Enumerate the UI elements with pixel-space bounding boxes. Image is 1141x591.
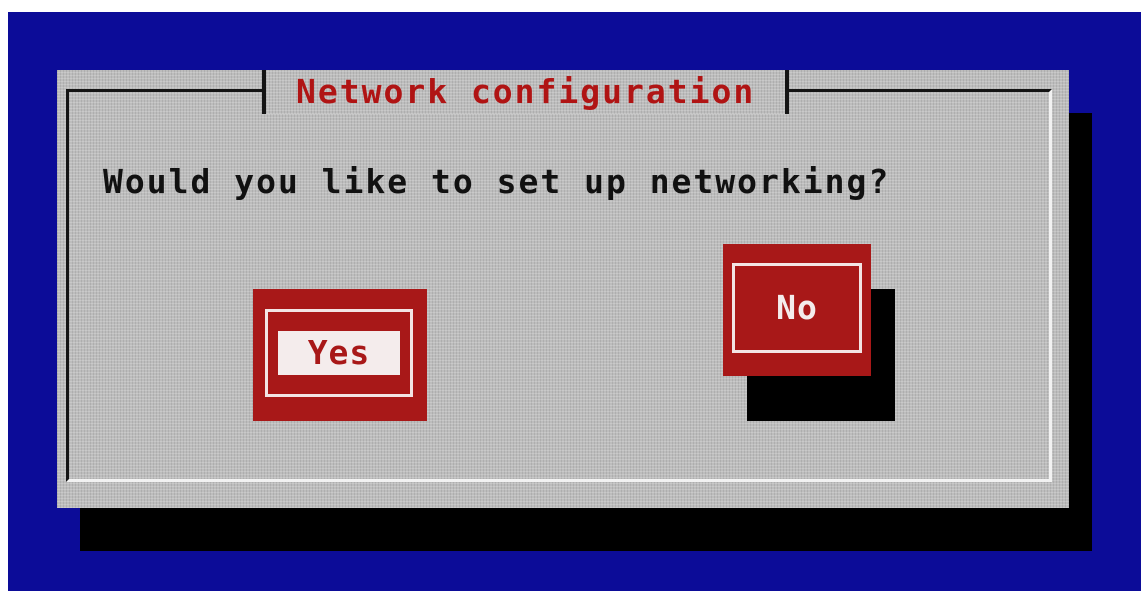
yes-button-label: Yes xyxy=(278,331,400,375)
no-button[interactable]: No xyxy=(723,244,871,376)
network-configuration-dialog: Network configuration Would you like to … xyxy=(57,70,1069,508)
yes-button[interactable]: Yes xyxy=(253,289,427,421)
no-button-label: No xyxy=(776,288,818,327)
dialog-title-bar: Network configuration xyxy=(262,70,790,114)
dialog-title: Network configuration xyxy=(296,72,756,111)
dialog-prompt: Would you like to set up networking? xyxy=(103,162,891,201)
dialog-frame xyxy=(66,89,1052,482)
